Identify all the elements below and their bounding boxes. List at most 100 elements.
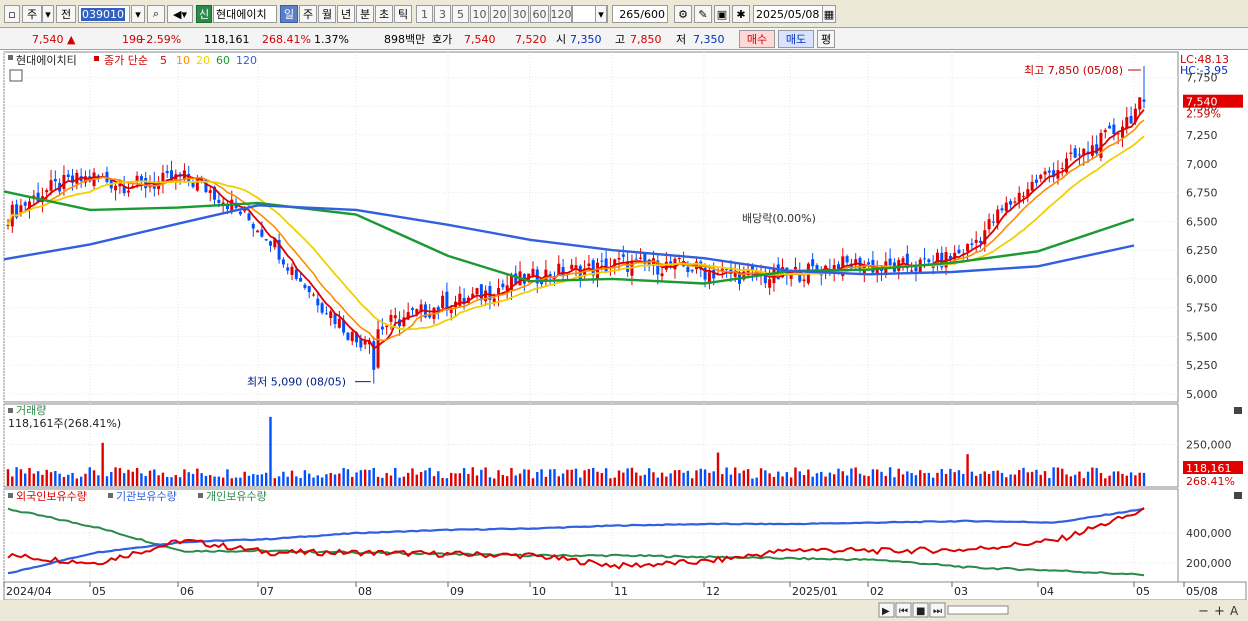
interval-tab-5[interactable]: 5 xyxy=(452,5,469,23)
volume-bar xyxy=(269,416,272,486)
candle-body xyxy=(165,171,169,174)
x-tick-label: 2024/04 xyxy=(6,585,52,598)
volume-bar xyxy=(67,474,70,486)
volume-bar xyxy=(234,477,238,486)
volume-bar xyxy=(527,469,530,486)
period-tab-4[interactable]: 분 xyxy=(356,5,374,23)
interval-tab-10[interactable]: 10 xyxy=(470,5,489,23)
candle-body xyxy=(604,258,608,273)
volume-bar xyxy=(41,474,44,486)
candle-body xyxy=(363,340,367,345)
candle-body xyxy=(1103,130,1107,133)
market-select[interactable]: 주 xyxy=(22,5,42,23)
market2-label: 전 xyxy=(60,8,72,21)
volume-bar xyxy=(544,476,548,486)
volume-bar xyxy=(105,476,109,486)
volume-bar xyxy=(665,476,668,486)
gear-icon[interactable]: ✱ xyxy=(732,5,750,23)
candle-body xyxy=(587,263,591,267)
volume-bar xyxy=(970,471,974,486)
market2-select[interactable]: 전 xyxy=(56,5,76,23)
candle-body xyxy=(441,295,445,309)
volume-bar xyxy=(1112,471,1116,486)
interval-tab-1[interactable]: 1 xyxy=(416,5,433,23)
calendar-icon[interactable]: ▦ xyxy=(822,5,836,23)
period-tab-5[interactable]: 초 xyxy=(375,5,393,23)
candle-body xyxy=(991,221,995,223)
open-value: 7,350 xyxy=(570,32,602,46)
stock-name-field[interactable]: 현대에이치 xyxy=(213,5,277,23)
avg-button[interactable]: 평 xyxy=(817,30,835,48)
volume-bar xyxy=(863,475,866,486)
volume-bar xyxy=(807,469,810,486)
volume-bar xyxy=(1056,467,1060,486)
volume-bar xyxy=(1013,474,1017,486)
code-value: 039010 xyxy=(81,7,125,21)
legend-item: 종가 단순 xyxy=(104,54,148,67)
period-tab-0[interactable]: 일 xyxy=(280,5,298,23)
candle-body xyxy=(281,259,285,265)
period-tab-2[interactable]: 월 xyxy=(318,5,336,23)
chevron-down-icon[interactable]: ▾ xyxy=(131,5,145,23)
interval-tab-120[interactable]: 120 xyxy=(550,5,572,23)
candle-body xyxy=(320,303,324,313)
period-tab-1[interactable]: 주 xyxy=(299,5,317,23)
volume-bar xyxy=(1052,467,1055,486)
window-icon[interactable]: ▫ xyxy=(4,5,20,23)
volume-bar xyxy=(1030,471,1034,486)
volume-bar xyxy=(755,477,758,486)
volume-bar xyxy=(1061,468,1064,486)
volume-bar xyxy=(708,472,711,486)
candle-body xyxy=(1108,125,1112,129)
draw-icon[interactable]: ✎ xyxy=(694,5,712,23)
volume-bar xyxy=(854,467,857,486)
sell-button[interactable]: 매도 xyxy=(778,30,814,48)
volume-bar xyxy=(501,475,505,486)
interval-tab-20[interactable]: 20 xyxy=(490,5,509,23)
chart-type-icon[interactable]: ⚙ xyxy=(674,5,692,23)
price-tick-label: 7,000 xyxy=(1186,158,1218,171)
count-field[interactable]: 265/600 xyxy=(612,5,668,23)
period-tab-6[interactable]: 틱 xyxy=(394,5,412,23)
code-input[interactable]: 039010 xyxy=(78,5,130,23)
volume-bar xyxy=(1082,478,1085,486)
candle-body xyxy=(389,314,393,322)
candle-body xyxy=(53,178,57,182)
font-icon: A xyxy=(1230,604,1239,618)
period-tab-3[interactable]: 년 xyxy=(337,5,355,23)
buy-button[interactable]: 매수 xyxy=(739,30,775,48)
pane-marker-icon xyxy=(8,408,13,413)
volume-bar xyxy=(282,471,285,486)
volume-bar xyxy=(114,467,117,486)
volume-bar xyxy=(394,467,397,486)
volume-bar xyxy=(351,476,354,486)
x-tick-label: 09 xyxy=(450,585,464,598)
candle-body xyxy=(978,240,982,243)
chevron-down-icon[interactable]: ▾ xyxy=(42,5,54,23)
candle-body xyxy=(268,241,272,246)
nav-icon: ■ xyxy=(916,606,925,617)
speaker-icon[interactable]: ◀▾ xyxy=(167,5,193,23)
chevron-down-icon[interactable]: ▾ xyxy=(595,5,607,23)
volume-bar xyxy=(811,476,814,486)
volume-bar xyxy=(592,467,595,486)
volume-bar xyxy=(596,471,599,486)
hc-label: HC:-3.95 xyxy=(1180,64,1228,77)
save-icon[interactable]: ▣ xyxy=(714,5,730,23)
volume-bar xyxy=(600,473,604,486)
volume-bar xyxy=(880,471,883,486)
candle-body xyxy=(1043,171,1047,175)
volume-bar xyxy=(256,474,259,486)
volume-bar xyxy=(531,478,535,486)
interval-tab-3[interactable]: 3 xyxy=(434,5,451,23)
date-field[interactable]: 2025/05/08 xyxy=(753,5,823,23)
volume-bar xyxy=(1095,468,1098,486)
candle-body xyxy=(299,278,303,282)
interval-tab-60[interactable]: 60 xyxy=(530,5,549,23)
volume-bar xyxy=(785,472,789,486)
candle-body xyxy=(910,270,914,272)
candle-body xyxy=(660,273,664,277)
interval-tab-30[interactable]: 30 xyxy=(510,5,529,23)
search-icon[interactable]: ⌕ xyxy=(147,5,165,23)
candle-body xyxy=(768,279,772,288)
